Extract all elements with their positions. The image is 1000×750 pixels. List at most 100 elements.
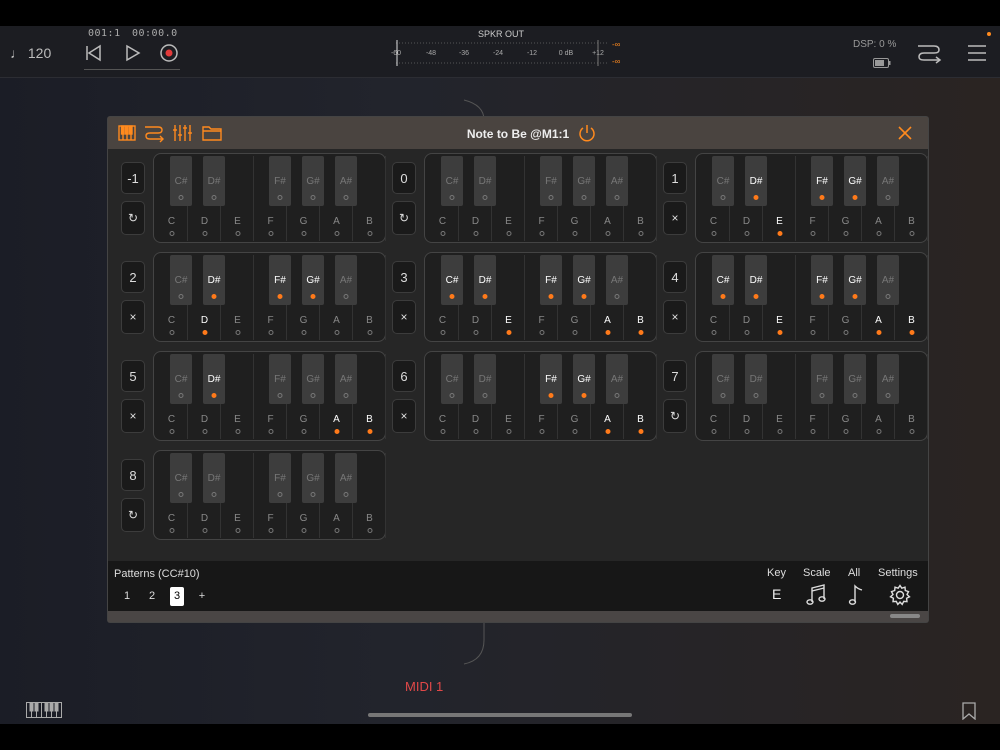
rewind-icon[interactable] [82,42,104,64]
clear-button[interactable]: × [392,399,416,433]
pattern-tab-2[interactable]: 2 [145,587,159,606]
white-key[interactable]: B [625,354,657,439]
black-key[interactable]: F# [269,453,291,503]
scale-notes-icon[interactable] [806,584,826,611]
white-key[interactable]: B [354,453,386,538]
white-key[interactable]: E [493,156,525,241]
black-key[interactable]: D# [474,156,496,206]
play-icon[interactable] [121,42,143,64]
cycle-button[interactable]: ↻ [121,201,145,235]
black-key[interactable]: D# [745,255,767,305]
transpose-button[interactable]: 8 [121,459,145,491]
black-key[interactable]: F# [811,354,833,404]
black-key[interactable]: D# [203,255,225,305]
white-key[interactable]: E [764,354,796,439]
record-icon[interactable] [158,42,180,64]
white-key[interactable]: B [625,255,657,340]
black-key[interactable]: F# [540,156,562,206]
key-selector[interactable]: E [772,586,781,602]
black-key[interactable]: C# [170,453,192,503]
black-key[interactable]: A# [335,453,357,503]
bookmark-icon[interactable] [962,702,976,725]
black-key[interactable]: A# [335,255,357,305]
white-key[interactable]: E [493,354,525,439]
transpose-button[interactable]: 0 [392,162,416,194]
power-icon[interactable] [578,124,596,147]
white-key[interactable]: E [764,156,796,241]
white-key[interactable]: B [354,255,386,340]
black-key[interactable]: G# [302,156,324,206]
black-key[interactable]: G# [573,255,595,305]
cycle-button[interactable]: ↻ [121,498,145,532]
menu-icon[interactable] [966,42,988,69]
cycle-button[interactable]: ↻ [392,201,416,235]
home-indicator[interactable] [368,713,632,717]
white-key[interactable]: E [222,354,254,439]
black-key[interactable]: C# [170,255,192,305]
white-key[interactable]: E [222,255,254,340]
pattern-tab-1[interactable]: 1 [120,587,134,606]
white-key[interactable]: B [896,354,928,439]
scroll-handle[interactable] [890,614,920,618]
black-key[interactable]: G# [573,156,595,206]
transpose-button[interactable]: 7 [663,360,687,392]
black-key[interactable]: A# [606,354,628,404]
black-key[interactable]: C# [170,156,192,206]
clear-button[interactable]: × [121,399,145,433]
black-key[interactable]: A# [335,354,357,404]
gear-icon[interactable] [889,584,911,611]
black-key[interactable]: F# [540,255,562,305]
white-key[interactable]: B [354,354,386,439]
black-key[interactable]: D# [474,354,496,404]
black-key[interactable]: F# [811,255,833,305]
tempo-display[interactable]: ♩ 120 [10,45,51,61]
black-key[interactable]: A# [877,156,899,206]
black-key[interactable]: A# [335,156,357,206]
transpose-button[interactable]: 1 [663,162,687,194]
close-icon[interactable] [898,126,912,145]
transpose-button[interactable]: 6 [392,360,416,392]
note-icon[interactable] [848,584,864,611]
plugin-scroll-bar[interactable] [108,611,928,622]
black-key[interactable]: C# [441,354,463,404]
add-pattern-button[interactable]: + [195,587,209,606]
black-key[interactable]: A# [877,354,899,404]
black-key[interactable]: D# [203,453,225,503]
pattern-tab-3[interactable]: 3 [170,587,184,606]
transpose-button[interactable]: -1 [121,162,145,194]
black-key[interactable]: G# [844,156,866,206]
white-key[interactable]: E [222,453,254,538]
black-key[interactable]: A# [606,255,628,305]
white-key[interactable]: E [493,255,525,340]
black-key[interactable]: G# [302,255,324,305]
black-key[interactable]: D# [203,156,225,206]
black-key[interactable]: D# [203,354,225,404]
white-key[interactable]: B [896,156,928,241]
clear-button[interactable]: × [121,300,145,334]
black-key[interactable]: C# [441,156,463,206]
cycle-button[interactable]: ↻ [663,399,687,433]
transpose-button[interactable]: 4 [663,261,687,293]
clear-button[interactable]: × [663,201,687,235]
white-key[interactable]: E [764,255,796,340]
routing-icon[interactable] [916,40,942,71]
black-key[interactable]: G# [844,354,866,404]
black-key[interactable]: A# [877,255,899,305]
black-key[interactable]: F# [269,354,291,404]
transpose-button[interactable]: 2 [121,261,145,293]
black-key[interactable]: A# [606,156,628,206]
transpose-button[interactable]: 3 [392,261,416,293]
black-key[interactable]: C# [441,255,463,305]
black-key[interactable]: G# [844,255,866,305]
clear-button[interactable]: × [392,300,416,334]
white-key[interactable]: B [625,156,657,241]
black-key[interactable]: C# [712,255,734,305]
black-key[interactable]: F# [540,354,562,404]
white-key[interactable]: E [222,156,254,241]
black-key[interactable]: G# [302,453,324,503]
clear-button[interactable]: × [663,300,687,334]
black-key[interactable]: D# [745,156,767,206]
transpose-button[interactable]: 5 [121,360,145,392]
black-key[interactable]: F# [269,255,291,305]
black-key[interactable]: F# [269,156,291,206]
